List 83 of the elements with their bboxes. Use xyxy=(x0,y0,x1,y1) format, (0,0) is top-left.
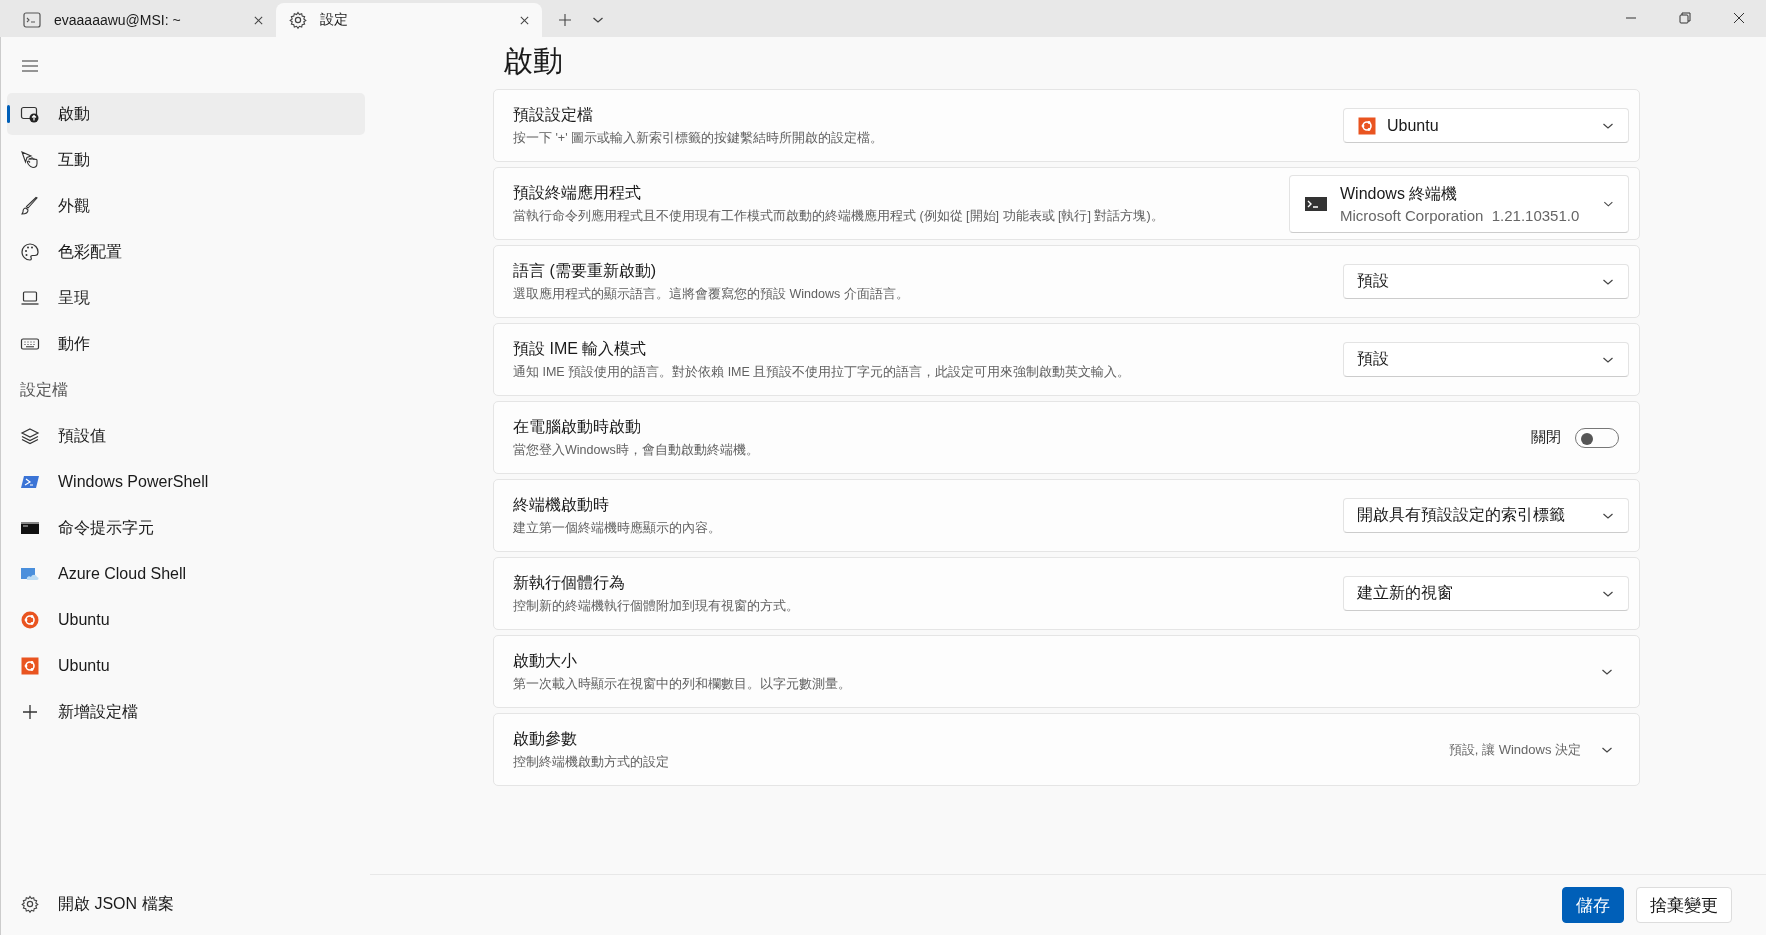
dropdown[interactable]: Ubuntu xyxy=(1343,108,1629,143)
sidebar-item[interactable]: 外觀 xyxy=(7,185,365,227)
brush-icon xyxy=(20,196,40,216)
setting-description: 選取應用程式的顯示語言。這將會覆寫您的預設 Windows 介面語言。 xyxy=(513,285,910,303)
dropdown[interactable]: 預設 xyxy=(1343,342,1629,377)
sidebar-item[interactable]: 動作 xyxy=(7,323,365,365)
setting-value: 預設, 讓 Windows 決定 xyxy=(1448,740,1581,759)
sidebar-item[interactable]: Azure Cloud Shell xyxy=(7,553,365,595)
chevron-down-icon xyxy=(1602,277,1614,286)
setting-description: 建立第一個終端機時應顯示的內容。 xyxy=(513,519,722,537)
chevron-down-icon xyxy=(1602,355,1614,364)
menu-icon[interactable] xyxy=(21,59,39,73)
tab[interactable]: 設定 xyxy=(276,3,542,37)
dropdown-icon[interactable] xyxy=(592,16,604,24)
dropdown-value: 預設 xyxy=(1357,349,1389,369)
sidebar-section-header: 設定檔 xyxy=(19,379,69,400)
toggle-state-label: 關閉 xyxy=(1531,428,1561,447)
dropdown[interactable]: 預設 xyxy=(1343,264,1629,299)
setting-description: 通知 IME 預設使用的語言。對於依賴 IME 且預設不使用拉丁字元的語言，此設定可用來強制啟動英文輸入。 xyxy=(513,363,1132,381)
setting-title: 在電腦啟動時啟動 xyxy=(513,416,642,437)
sidebar-item[interactable]: 命令提示字元 xyxy=(7,507,365,549)
sidebar-item[interactable]: 色彩配置 xyxy=(7,231,365,273)
sidebar-item[interactable]: 預設值 xyxy=(7,415,365,457)
setting-description: 當您登入Windows時，會自動啟動終端機。 xyxy=(513,441,760,459)
chevron-down-icon xyxy=(1603,199,1614,208)
dropdown-detail: Microsoft Corporation 1.21.10351.0 xyxy=(1340,206,1580,224)
sidebar-item[interactable]: 互動 xyxy=(7,139,365,181)
plus-icon xyxy=(20,702,40,722)
dropdown[interactable]: Windows 終端機 Microsoft Corporation 1.21.10351.0 xyxy=(1289,174,1629,233)
settings-icon xyxy=(20,894,40,914)
new-tab-icon[interactable] xyxy=(558,13,572,27)
page-title: 啟動 xyxy=(503,43,564,79)
setting-description: 按一下 '+' 圖示或輸入新索引標籤的按鍵繫結時所開啟的設定檔。 xyxy=(513,129,885,147)
dropdown[interactable]: 開啟具有預設設定的索引標籤 xyxy=(1343,498,1629,533)
sidebar-item[interactable]: 開啟 JSON 檔案 xyxy=(7,883,365,925)
pointer-icon xyxy=(20,150,40,170)
setting-title: 預設 IME 輸入模式 xyxy=(513,338,648,359)
sidebar-item[interactable]: Ubuntu xyxy=(7,599,365,641)
close-icon[interactable] xyxy=(1733,12,1745,24)
dropdown-value: 開啟具有預設設定的索引標籤 xyxy=(1357,505,1565,525)
setting-description: 當執行命令列應用程式且不使用現有工作模式而啟動的終端機應用程式 (例如從 [開始] 功能表或 [執行] 對話方塊)。 xyxy=(513,207,1165,225)
setting-title: 預設設定檔 xyxy=(513,104,594,125)
save-button[interactable]: 儲存 xyxy=(1562,887,1624,923)
setting-title: 終端機啟動時 xyxy=(513,494,610,515)
ubuntu-icon xyxy=(1357,115,1377,136)
restore-icon[interactable] xyxy=(1679,12,1691,24)
setting-title: 新執行個體行為 xyxy=(513,572,626,593)
sidebar-item[interactable]: 呈現 xyxy=(7,277,365,319)
palette-icon xyxy=(20,242,40,262)
layers-icon xyxy=(20,426,40,446)
setting-description: 控制新的終端機執行個體附加到現有視窗的方式。 xyxy=(513,597,800,615)
setting-description: 控制終端機啟動方式的設定 xyxy=(513,753,670,771)
dropdown-value: Ubuntu xyxy=(1387,116,1439,135)
ubuntu-icon xyxy=(20,656,40,676)
startup-icon xyxy=(20,104,40,124)
setting-description: 第一次載入時顯示在視窗中的列和欄數目。以字元數測量。 xyxy=(513,675,852,693)
sidebar-item[interactable]: 新增設定檔 xyxy=(7,691,365,733)
setting-title: 預設終端應用程式 xyxy=(513,182,642,203)
settings-icon xyxy=(288,10,308,30)
chevron-down-icon xyxy=(1602,511,1614,520)
chevron-down-icon xyxy=(1601,667,1613,676)
chevron-down-icon xyxy=(1601,745,1613,754)
dropdown-value: 建立新的視窗 xyxy=(1357,583,1453,603)
discard-button[interactable]: 捨棄變更 xyxy=(1636,887,1732,923)
close-icon[interactable] xyxy=(253,14,264,26)
setting-card[interactable]: 啟動參數 控制終端機啟動方式的設定 預設, 讓 Windows 決定 xyxy=(493,713,1640,786)
chevron-down-icon xyxy=(1602,589,1614,598)
ubuntu-icon xyxy=(20,610,40,630)
dropdown-value: Windows 終端機 xyxy=(1340,183,1459,204)
dropdown-value: 預設 xyxy=(1357,271,1389,291)
setting-title: 啟動大小 xyxy=(513,650,578,671)
chevron-down-icon xyxy=(1602,121,1614,130)
terminal-icon xyxy=(22,10,42,30)
tab[interactable]: evaaaaawu@MSI: ~ xyxy=(10,3,276,37)
dropdown[interactable]: 建立新的視窗 xyxy=(1343,576,1629,611)
sidebar-item[interactable]: Windows PowerShell xyxy=(7,461,365,503)
close-icon[interactable] xyxy=(519,14,530,26)
setting-title: 啟動參數 xyxy=(513,728,578,749)
setting-title: 語言 (需要重新啟動) xyxy=(513,260,658,281)
laptop-icon xyxy=(20,288,40,308)
sidebar-item[interactable]: Ubuntu xyxy=(7,645,365,687)
setting-card[interactable]: 啟動大小 第一次載入時顯示在視窗中的列和欄數目。以字元數測量。 xyxy=(493,635,1640,708)
sidebar-item[interactable]: 啟動 xyxy=(7,93,365,135)
